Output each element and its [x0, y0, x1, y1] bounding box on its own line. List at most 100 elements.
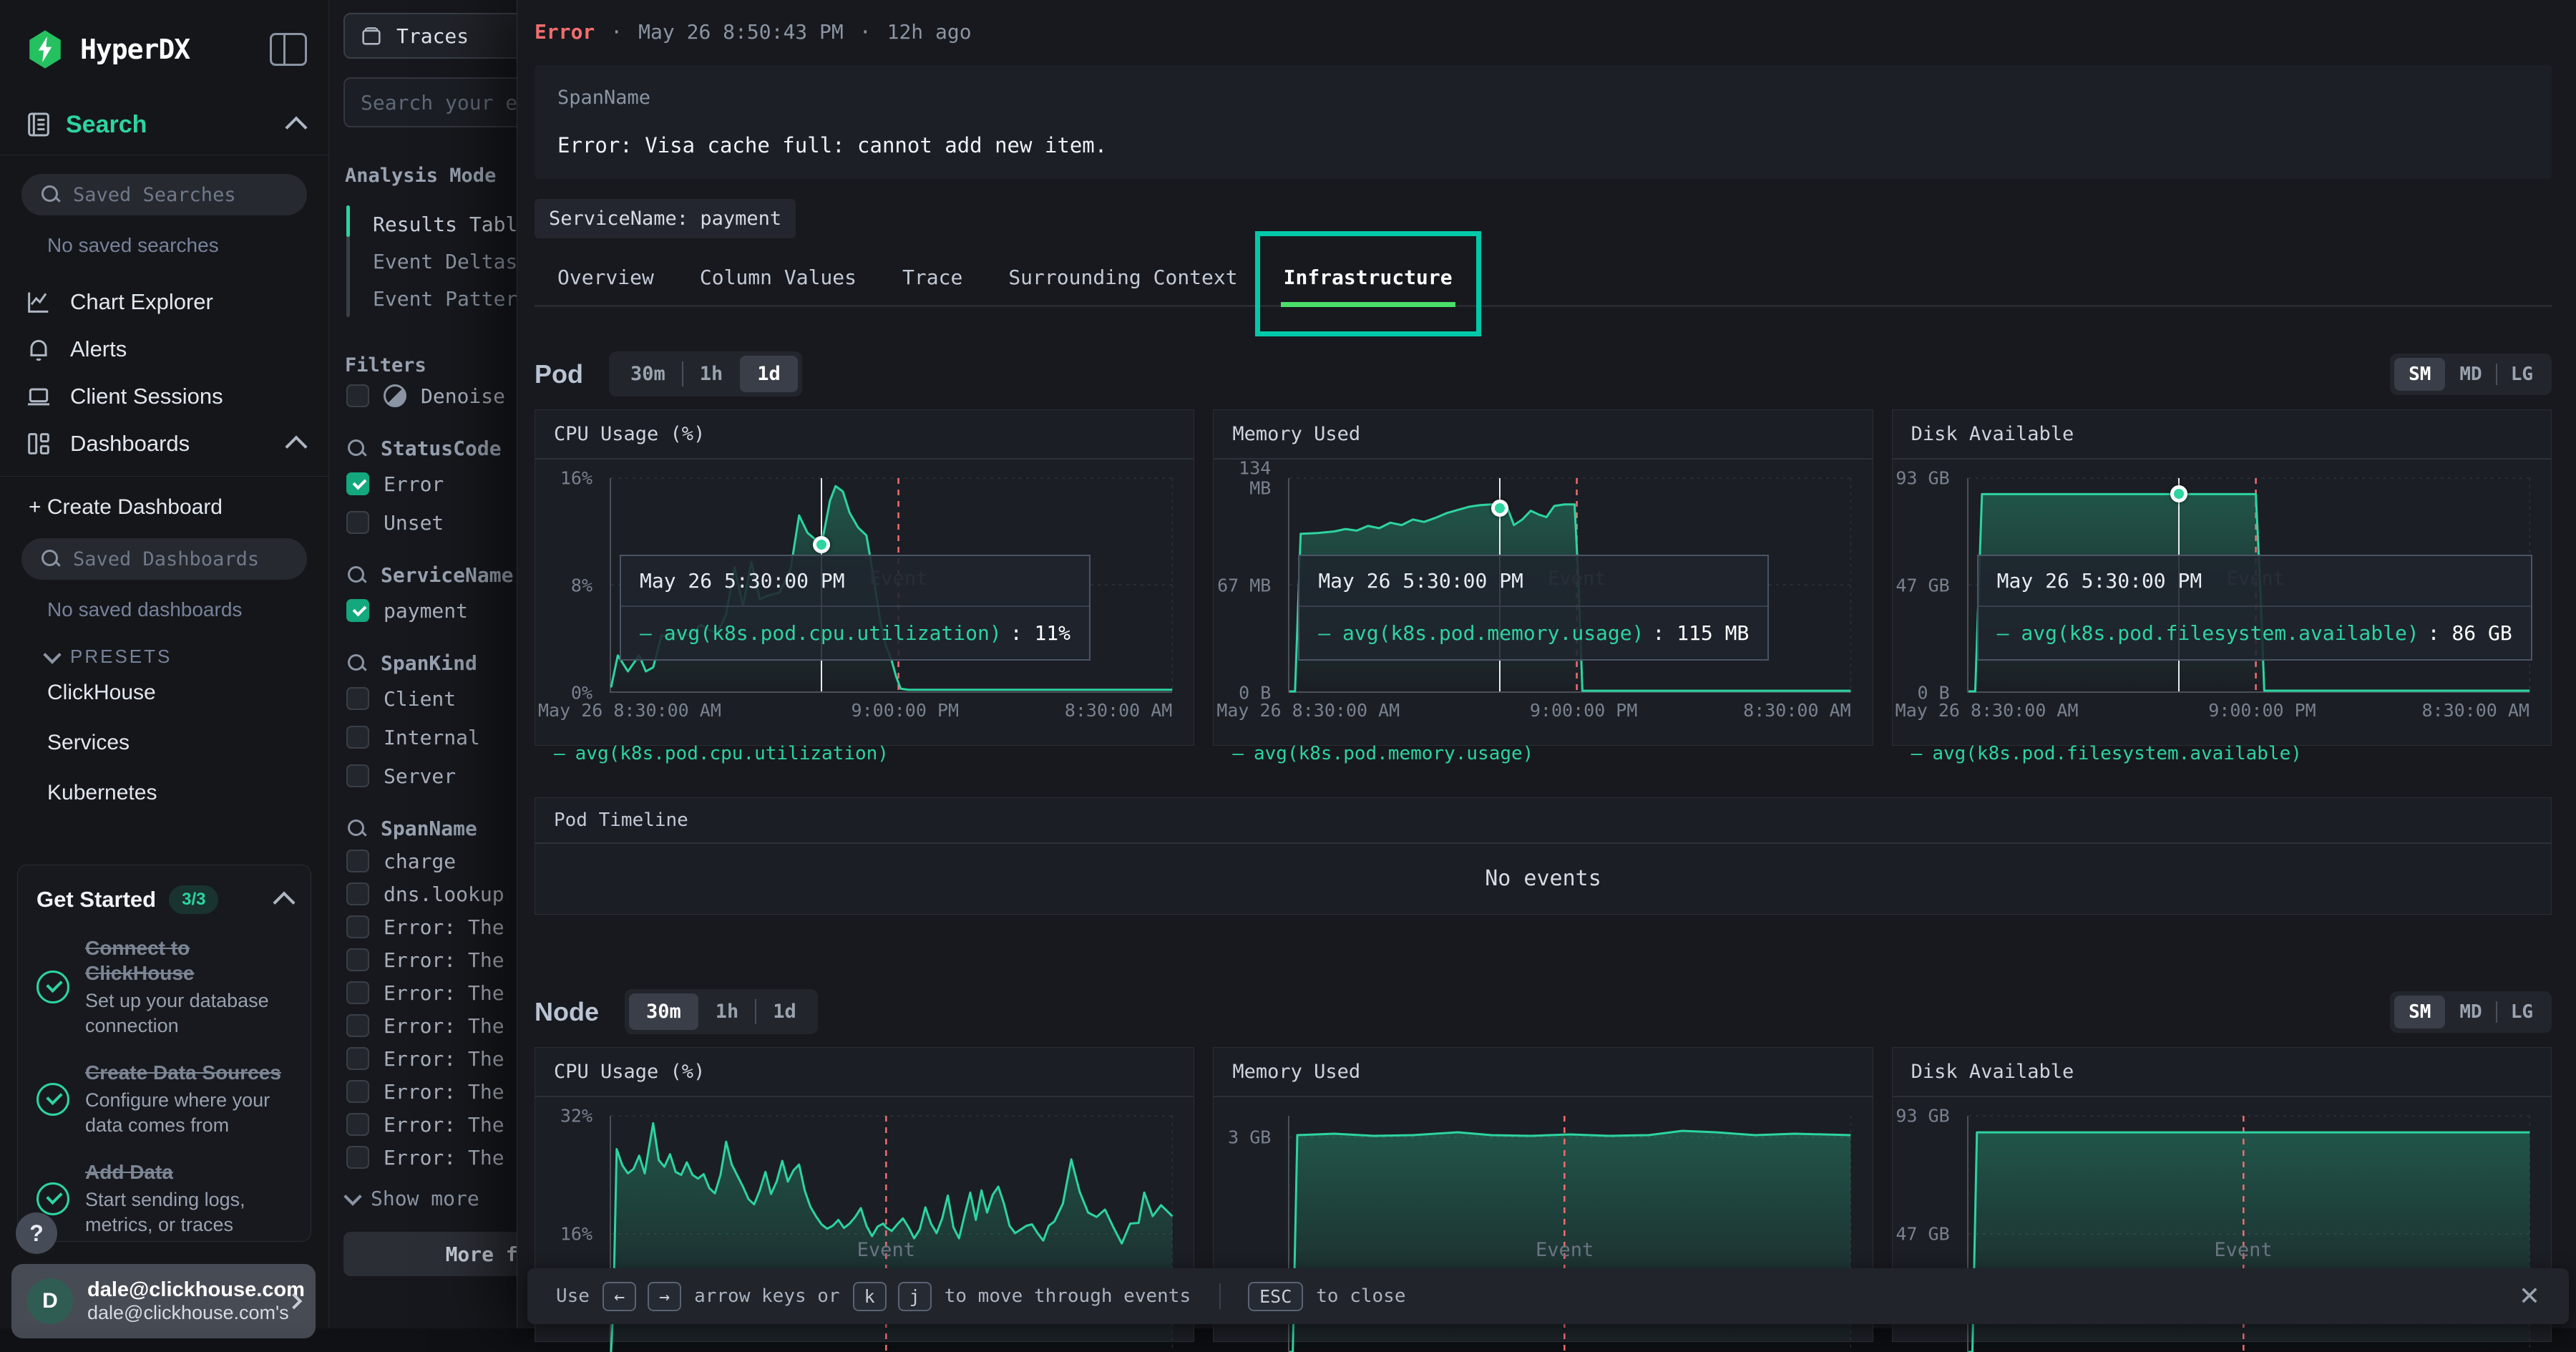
detail-tab[interactable]: Infrastructure — [1261, 254, 1475, 305]
saved-searches-field[interactable] — [73, 184, 318, 206]
detail-tab[interactable]: Overview — [535, 254, 677, 305]
checkbox[interactable] — [346, 472, 369, 495]
checkbox[interactable] — [346, 764, 369, 787]
service-tag-chip[interactable]: ServiceName: payment — [535, 199, 796, 238]
chart-plot-area[interactable]: EventMay 26 5:30:00 PM— avg(k8s.pod.cpu.… — [610, 478, 1172, 693]
filter-option[interactable]: Error: The cr — [329, 1141, 544, 1174]
y-axis-tick: 16% — [535, 1224, 592, 1244]
size-option[interactable]: MD — [2445, 996, 2496, 1028]
filter-option[interactable]: Error: The cr — [329, 910, 544, 943]
arrow-left-key[interactable]: ← — [602, 1282, 636, 1311]
preset-dashboard-link[interactable]: Kubernetes — [0, 768, 328, 818]
presets-toggle[interactable]: PRESETS — [0, 621, 328, 668]
filter-option[interactable]: Error — [329, 465, 544, 503]
status-badge: Error — [535, 20, 595, 44]
chevron-up-icon[interactable] — [285, 116, 307, 138]
search-icon[interactable] — [346, 653, 368, 674]
k-key[interactable]: k — [853, 1282, 887, 1311]
pod-size-control: SMMDLG — [2390, 354, 2552, 395]
sidebar-item-search[interactable]: Search — [0, 70, 328, 155]
get-started-step[interactable]: Add Data Start sending logs, metrics, or… — [36, 1159, 292, 1237]
search-icon[interactable] — [346, 818, 368, 840]
checkbox[interactable] — [346, 915, 369, 938]
checkbox[interactable] — [346, 384, 369, 407]
checkbox[interactable] — [346, 511, 369, 534]
checkbox[interactable] — [346, 726, 369, 749]
filter-option[interactable]: Error: The cr — [329, 1108, 544, 1141]
detail-tab[interactable]: Surrounding Context — [985, 254, 1260, 305]
get-started-step[interactable]: Connect to ClickHouse Set up your databa… — [36, 935, 292, 1039]
checkbox[interactable] — [346, 1146, 369, 1169]
checkbox[interactable] — [346, 948, 369, 971]
chart-plot-area[interactable]: EventMay 26 5:30:00 PM— avg(k8s.pod.memo… — [1288, 478, 1850, 693]
checkbox[interactable] — [346, 1113, 369, 1136]
checkbox[interactable] — [346, 1047, 369, 1070]
chart-icon — [24, 288, 53, 316]
search-icon[interactable] — [346, 438, 368, 459]
search-icon[interactable] — [346, 565, 368, 586]
checkbox[interactable] — [346, 1080, 369, 1103]
filter-option[interactable]: charge — [329, 845, 544, 877]
sidebar-item-chart-explorer[interactable]: Chart Explorer — [0, 278, 328, 326]
filter-option[interactable]: Error: The cr — [329, 976, 544, 1009]
bell-icon — [24, 335, 53, 364]
preset-dashboard-link[interactable]: Services — [0, 718, 328, 768]
detail-tab[interactable]: Column Values — [677, 254, 879, 305]
filter-option[interactable]: Error: The cr — [329, 1075, 544, 1108]
close-icon[interactable]: ✕ — [2512, 1281, 2547, 1311]
esc-key[interactable]: ESC — [1248, 1282, 1303, 1311]
saved-dashboards-input[interactable]: ⌘K — [21, 538, 307, 580]
filter-option[interactable]: Unset — [329, 503, 544, 542]
range-option[interactable]: 1d — [756, 993, 814, 1030]
create-dashboard-button[interactable]: + Create Dashboard — [0, 477, 328, 520]
checkbox[interactable] — [346, 850, 369, 872]
size-option[interactable]: LG — [2497, 358, 2547, 391]
saved-searches-input[interactable]: ⌘K — [21, 174, 307, 215]
filter-option[interactable]: dns.lookup — [329, 877, 544, 910]
checkbox[interactable] — [346, 599, 369, 622]
chevron-up-icon[interactable] — [273, 891, 295, 913]
size-option[interactable]: MD — [2445, 358, 2496, 391]
sidebar-item-dashboards[interactable]: Dashboards — [0, 420, 328, 467]
range-option[interactable]: 1h — [698, 993, 756, 1030]
size-option[interactable]: LG — [2497, 996, 2547, 1028]
sidebar-item-alerts[interactable]: Alerts — [0, 326, 328, 373]
filter-option[interactable]: Error: The cr — [329, 1009, 544, 1042]
checkbox[interactable] — [346, 1014, 369, 1037]
range-option[interactable]: 30m — [613, 356, 683, 392]
user-account-chip[interactable]: D dale@clickhouse.com dale@clickhouse.co… — [11, 1264, 316, 1338]
checkbox[interactable] — [346, 687, 369, 710]
filter-option[interactable]: Error: The cr — [329, 943, 544, 976]
j-key[interactable]: j — [898, 1282, 932, 1311]
chevron-up-icon[interactable] — [285, 435, 307, 457]
size-option[interactable]: SM — [2394, 996, 2445, 1028]
chart-tooltip: May 26 5:30:00 PM— avg(k8s.pod.filesyste… — [1977, 555, 2532, 661]
size-option[interactable]: SM — [2394, 358, 2445, 391]
search-section-label: Search — [66, 111, 275, 139]
preset-dashboard-link[interactable]: ClickHouse — [0, 668, 328, 718]
chart-legend: —avg(k8s.pod.memory.usage) — [1232, 743, 1872, 764]
collapse-sidebar-icon[interactable] — [270, 33, 307, 66]
sidebar-item-client-sessions[interactable]: Client Sessions — [0, 373, 328, 420]
get-started-step[interactable]: Create Data Sources Configure where your… — [36, 1060, 292, 1138]
filter-option[interactable]: payment — [329, 591, 544, 630]
filter-option[interactable]: Server — [329, 757, 544, 795]
x-axis-tick: 9:00:00 PM — [852, 700, 960, 721]
help-button[interactable]: ? — [16, 1212, 57, 1254]
event-relative-time: 12h ago — [887, 20, 972, 44]
range-option[interactable]: 30m — [629, 993, 698, 1030]
detail-tab[interactable]: Trace — [879, 254, 985, 305]
range-option[interactable]: 1h — [683, 356, 741, 392]
checkbox[interactable] — [346, 882, 369, 905]
filter-option[interactable]: Internal — [329, 718, 544, 757]
show-more-button[interactable]: Show more — [329, 1174, 544, 1210]
chart-plot-area[interactable]: EventMay 26 5:30:00 PM— avg(k8s.pod.file… — [1967, 478, 2529, 693]
x-axis-tick: 8:30:00 AM — [1065, 700, 1173, 721]
checkbox[interactable] — [346, 981, 369, 1004]
filter-option[interactable]: Client — [329, 679, 544, 718]
filter-option[interactable]: Error: The cr — [329, 1042, 544, 1075]
arrow-right-key[interactable]: → — [648, 1282, 681, 1311]
saved-dashboards-field[interactable] — [73, 548, 318, 570]
range-option[interactable]: 1d — [740, 356, 798, 392]
denoise-option[interactable]: Denoise Re — [329, 376, 544, 415]
